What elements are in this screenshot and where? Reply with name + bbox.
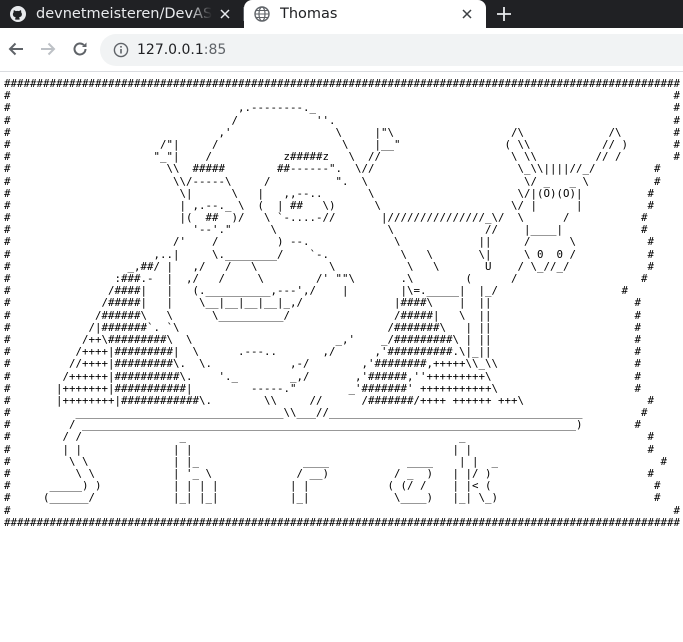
ascii-art-shrek: ########################################… (4, 77, 681, 529)
close-icon[interactable] (462, 9, 472, 19)
url-host: 127.0.0.1 (137, 42, 204, 58)
tab-strip: devnetmeisteren/DevASC Thomas (0, 0, 683, 28)
tab-devasc[interactable]: devnetmeisteren/DevASC (0, 0, 244, 28)
tab-thomas[interactable]: Thomas (244, 0, 486, 28)
github-icon (10, 6, 26, 22)
page-content: ########################################… (0, 72, 683, 642)
url-port: :85 (203, 42, 227, 58)
back-icon[interactable] (7, 40, 25, 58)
info-icon[interactable] (113, 42, 129, 58)
close-icon[interactable] (220, 9, 230, 19)
reload-icon[interactable] (71, 40, 89, 58)
address-bar[interactable]: 127.0.0.1:85 (100, 34, 683, 66)
url-text[interactable]: 127.0.0.1:85 (137, 42, 226, 58)
tab-title: Thomas (280, 6, 338, 22)
tab-title: devnetmeisteren/DevASC (36, 6, 212, 22)
forward-icon[interactable] (39, 40, 57, 58)
toolbar: 127.0.0.1:85 (0, 28, 683, 72)
new-tab-icon[interactable] (496, 6, 512, 22)
globe-icon (254, 6, 270, 22)
